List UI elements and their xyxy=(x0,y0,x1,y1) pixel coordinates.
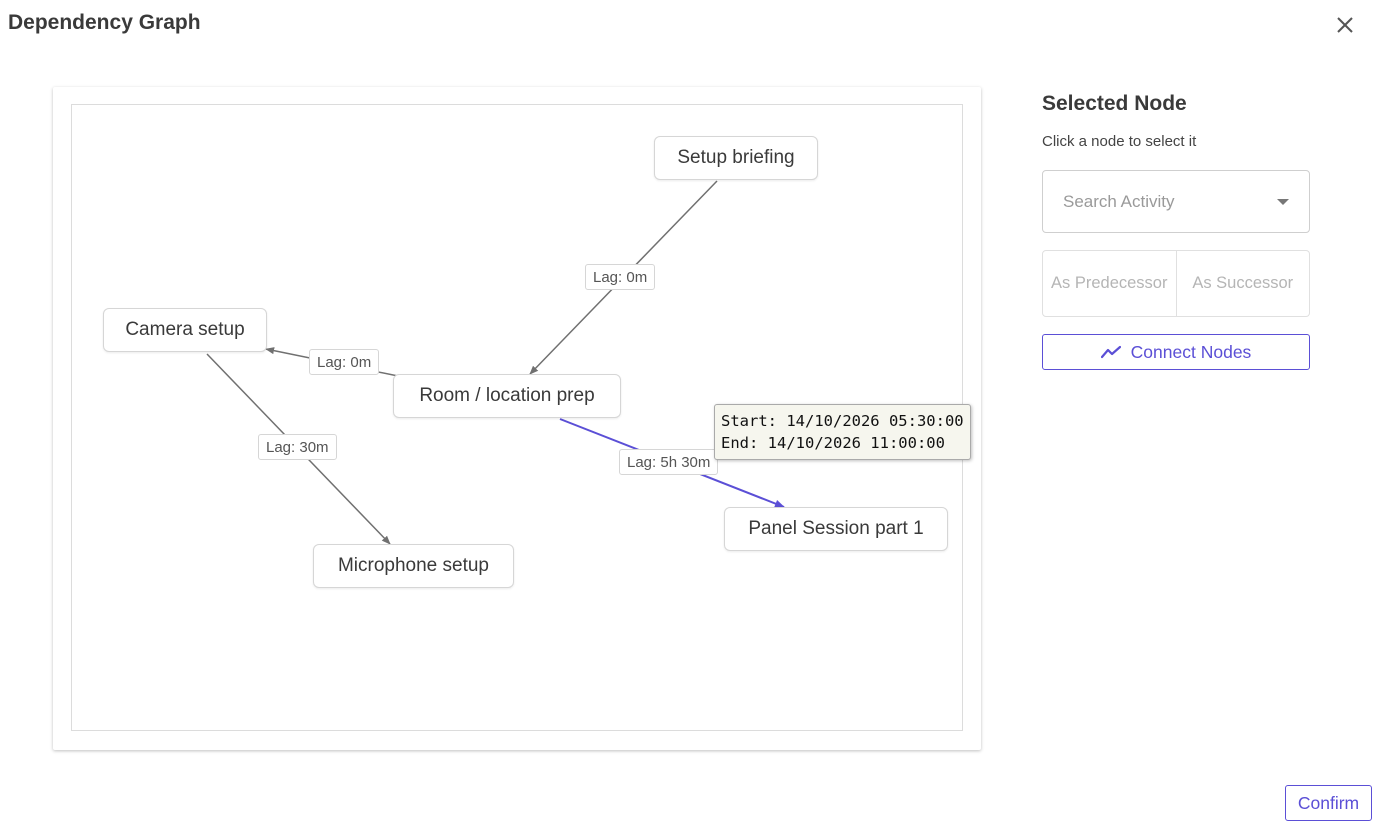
node-camera-setup[interactable]: Camera setup xyxy=(103,308,267,352)
connect-nodes-icon xyxy=(1100,345,1121,359)
connect-nodes-button[interactable]: Connect Nodes xyxy=(1042,334,1310,370)
close-button[interactable] xyxy=(1332,12,1358,38)
graph-card: Setup briefing Camera setup Room / locat… xyxy=(53,87,981,750)
edge-label-lag: Lag: 5h 30m xyxy=(619,449,719,475)
edge-label-lag: Lag: 0m xyxy=(309,349,380,375)
node-setup-briefing[interactable]: Setup briefing xyxy=(654,136,818,180)
edge-label-lag: Lag: 30m xyxy=(258,434,337,460)
as-predecessor-button[interactable]: As Predecessor xyxy=(1042,250,1177,317)
connect-nodes-label: Connect Nodes xyxy=(1130,341,1252,362)
close-icon xyxy=(1337,17,1353,33)
graph-canvas[interactable]: Setup briefing Camera setup Room / locat… xyxy=(71,104,971,731)
search-activity-placeholder: Search Activity xyxy=(1063,191,1175,211)
role-toggle-group: As Predecessor As Successor xyxy=(1042,250,1310,317)
chevron-down-icon xyxy=(1277,199,1289,205)
selected-node-title: Selected Node xyxy=(1042,92,1187,115)
node-panel-session-part-1[interactable]: Panel Session part 1 xyxy=(724,507,948,551)
node-room-location-prep[interactable]: Room / location prep xyxy=(393,374,621,418)
selected-node-hint: Click a node to select it xyxy=(1042,133,1197,150)
dependency-graph-dialog: Dependency Graph Setup briefing Camera s… xyxy=(0,0,1400,832)
node-microphone-setup[interactable]: Microphone setup xyxy=(313,544,514,588)
edge-label-lag: Lag: 0m xyxy=(585,264,656,290)
tooltip-start: Start: 14/10/2026 05:30:00 xyxy=(721,412,964,430)
search-activity-select[interactable]: Search Activity xyxy=(1042,170,1310,233)
tooltip-end: End: 14/10/2026 11:00:00 xyxy=(721,434,945,452)
edge-tooltip: Start: 14/10/2026 05:30:00 End: 14/10/20… xyxy=(714,404,971,460)
as-successor-button[interactable]: As Successor xyxy=(1176,250,1310,317)
confirm-button[interactable]: Confirm xyxy=(1285,785,1372,821)
dialog-title: Dependency Graph xyxy=(8,11,201,34)
